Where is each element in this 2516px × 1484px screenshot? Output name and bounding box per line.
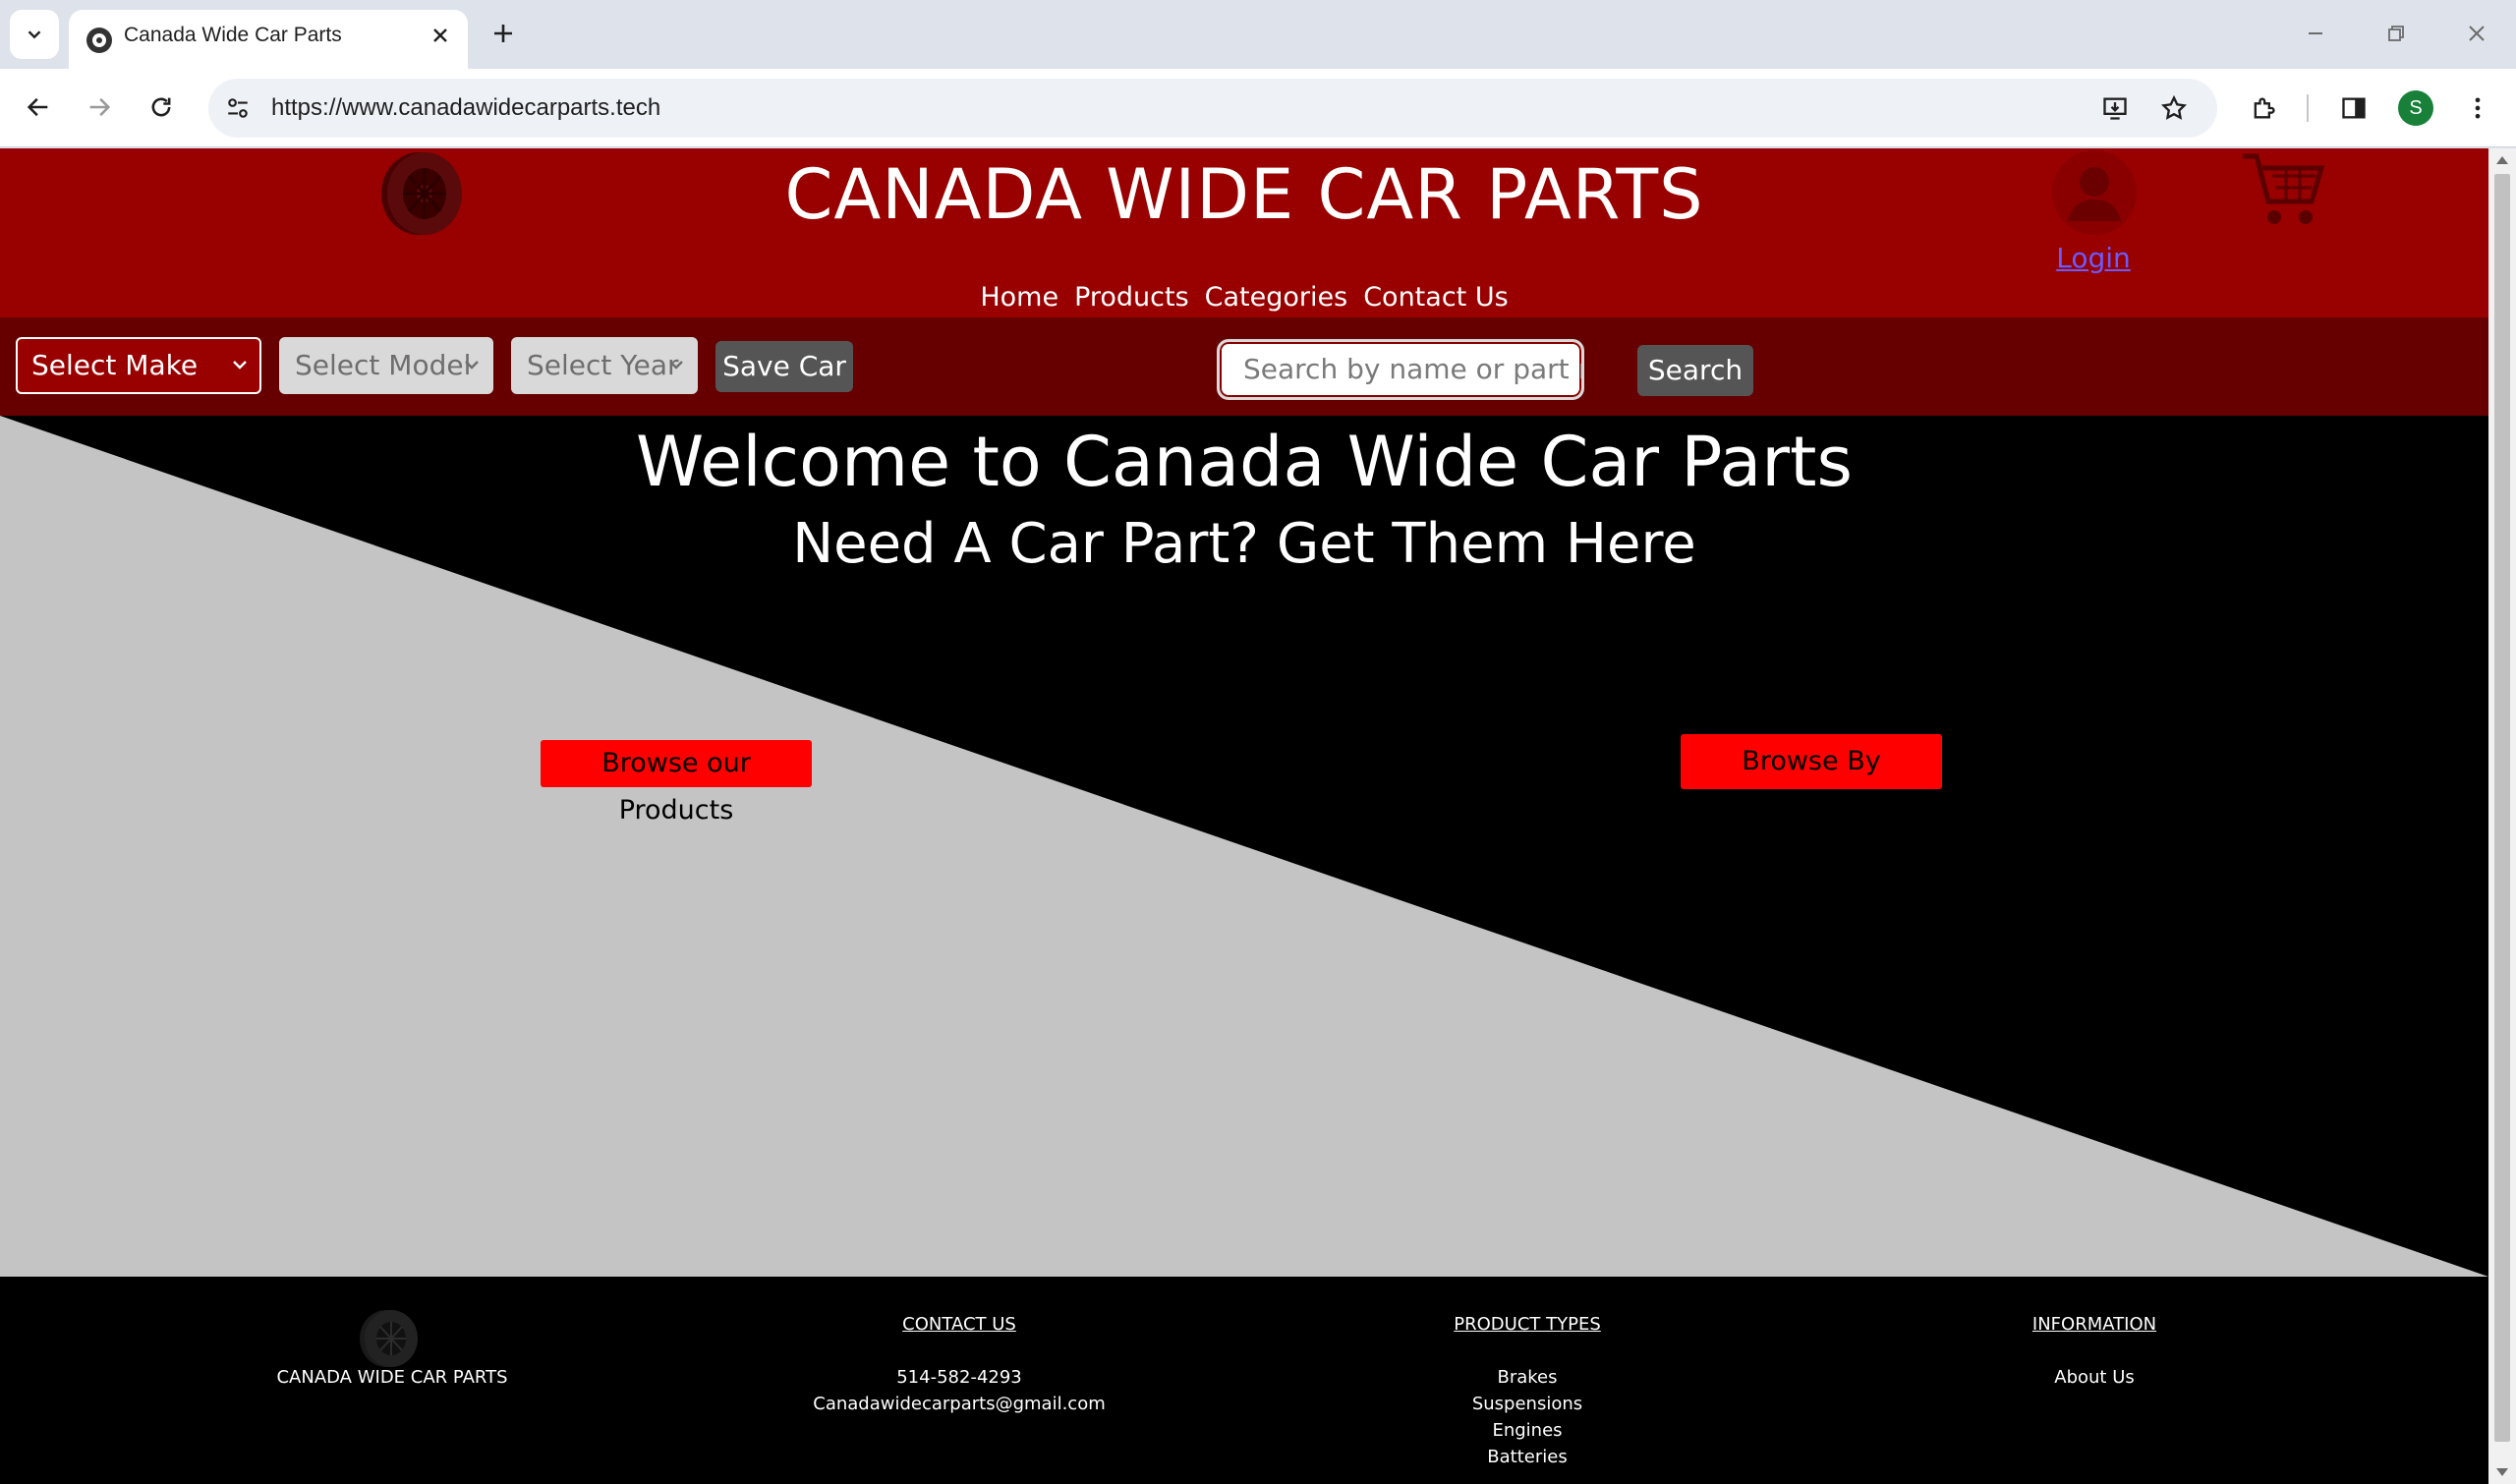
install-icon: [2103, 97, 2127, 120]
footer-link-engines[interactable]: Engines: [1331, 1420, 1724, 1441]
browser-toolbar: https://www.canadawidecarparts.tech: [0, 69, 2516, 147]
tire-favicon-icon: [86, 28, 112, 53]
vehicle-filter-bar: Select Make Select Model Select Year Sav…: [0, 317, 2488, 416]
extensions-button[interactable]: [2243, 87, 2284, 129]
site-info-button[interactable]: [220, 90, 256, 126]
puzzle-icon: [2254, 97, 2275, 119]
cart-icon[interactable]: [2239, 148, 2327, 229]
page-scrollbar[interactable]: [2488, 148, 2516, 1484]
search-button[interactable]: Search: [1637, 345, 1753, 396]
more-vert-icon: [2475, 97, 2481, 119]
close-window-button[interactable]: [2457, 14, 2496, 53]
chevron-down-icon: [465, 361, 479, 370]
page-viewport: CANADA WIDE CAR PARTS Login Home Product…: [0, 148, 2488, 1484]
hero-subtitle: Need A Car Part? Get Them Here: [792, 512, 1696, 576]
scroll-up-arrow-icon[interactable]: [2496, 156, 2508, 164]
browse-products-button[interactable]: Browse our Products: [541, 740, 812, 826]
tire-logo-icon[interactable]: [359, 1308, 420, 1369]
chevron-down-icon: [233, 361, 247, 370]
toolbar-divider: [2307, 94, 2309, 122]
browser-window: Canada Wide Car Parts https://www.canada…: [0, 0, 2516, 1484]
login-link[interactable]: Login: [2025, 242, 2162, 274]
save-car-button[interactable]: Save Car: [715, 341, 853, 392]
part-search-input[interactable]: Search by name or part nu: [1217, 339, 1584, 400]
footer-contact-heading[interactable]: CONTACT US: [763, 1314, 1156, 1335]
model-select-value: Select Model: [295, 349, 472, 381]
tab-search-button[interactable]: [10, 10, 59, 59]
main-nav: Home Products Categories Contact Us: [0, 282, 2488, 313]
star-icon: [2160, 94, 2188, 120]
tab-strip: Canada Wide Car Parts: [0, 0, 2516, 69]
tab-title: Canada Wide Car Parts: [124, 24, 342, 46]
nav-products[interactable]: Products: [1074, 282, 1189, 313]
tab-active[interactable]: Canada Wide Car Parts: [69, 10, 468, 69]
hero-title: Welcome to Canada Wide Car Parts: [636, 422, 1853, 502]
restore-button[interactable]: [2376, 14, 2416, 53]
footer-brand-name: CANADA WIDE CAR PARTS: [276, 1367, 508, 1388]
address-bar[interactable]: https://www.canadawidecarparts.tech: [208, 79, 2217, 138]
make-select-value: Select Make: [31, 349, 199, 381]
plus-icon: [494, 25, 512, 42]
user-account-icon[interactable]: [2052, 150, 2137, 235]
chevron-down-icon: [669, 361, 683, 370]
minimize-button[interactable]: [2296, 14, 2335, 53]
footer-information-heading[interactable]: INFORMATION: [1898, 1314, 2291, 1335]
footer-email: Canadawidecarparts@gmail.com: [813, 1394, 1106, 1414]
back-button[interactable]: [18, 86, 59, 128]
restore-icon: [2388, 26, 2404, 41]
minimize-icon: [2309, 32, 2322, 34]
reload-icon: [151, 97, 171, 117]
close-icon: [433, 29, 447, 42]
scroll-down-arrow-icon[interactable]: [2496, 1468, 2508, 1476]
person-icon: [2068, 167, 2121, 221]
bookmark-button[interactable]: [2156, 90, 2192, 126]
footer-link-suspensions[interactable]: Suspensions: [1331, 1394, 1724, 1414]
url-text: https://www.canadawidecarparts.tech: [271, 94, 661, 121]
new-tab-button[interactable]: [484, 14, 523, 53]
nav-contact-us[interactable]: Contact Us: [1363, 282, 1508, 313]
nav-categories[interactable]: Categories: [1205, 282, 1348, 313]
hero-section: Welcome to Canada Wide Car Parts Need A …: [0, 416, 2488, 1277]
chevron-down-icon: [28, 30, 41, 39]
footer-phone: 514-582-4293: [896, 1367, 1022, 1388]
install-app-button[interactable]: [2097, 90, 2133, 126]
footer-link-batteries[interactable]: Batteries: [1331, 1447, 1724, 1467]
tab-close-button[interactable]: [427, 22, 454, 49]
scrollbar-thumb[interactable]: [2494, 174, 2510, 1442]
browse-category-button[interactable]: Browse By Category: [1681, 734, 1942, 831]
make-select[interactable]: Select Make: [16, 337, 261, 394]
year-select[interactable]: Select Year: [511, 337, 698, 394]
tune-icon: [228, 98, 248, 118]
footer-products-heading[interactable]: PRODUCT TYPES: [1331, 1314, 1724, 1335]
side-panel-button[interactable]: [2333, 87, 2374, 129]
close-window-icon: [2469, 26, 2485, 41]
footer-link-brakes[interactable]: Brakes: [1331, 1367, 1724, 1388]
arrow-right-icon: [89, 97, 111, 117]
forward-button[interactable]: [79, 86, 120, 128]
reload-button[interactable]: [141, 86, 182, 128]
arrow-left-icon: [27, 97, 48, 117]
footer-link-about-us[interactable]: About Us: [1898, 1367, 2291, 1388]
site-header: CANADA WIDE CAR PARTS Login Home Product…: [0, 148, 2488, 317]
profile-avatar[interactable]: S: [2398, 90, 2433, 126]
model-select[interactable]: Select Model: [279, 337, 493, 394]
menu-button[interactable]: [2457, 87, 2498, 129]
site-footer: CANADA WIDE CAR PARTS CONTACT US 514-582…: [0, 1277, 2488, 1484]
side-panel-icon: [2342, 97, 2366, 119]
nav-home[interactable]: Home: [980, 282, 1058, 313]
year-select-value: Select Year: [527, 349, 679, 381]
